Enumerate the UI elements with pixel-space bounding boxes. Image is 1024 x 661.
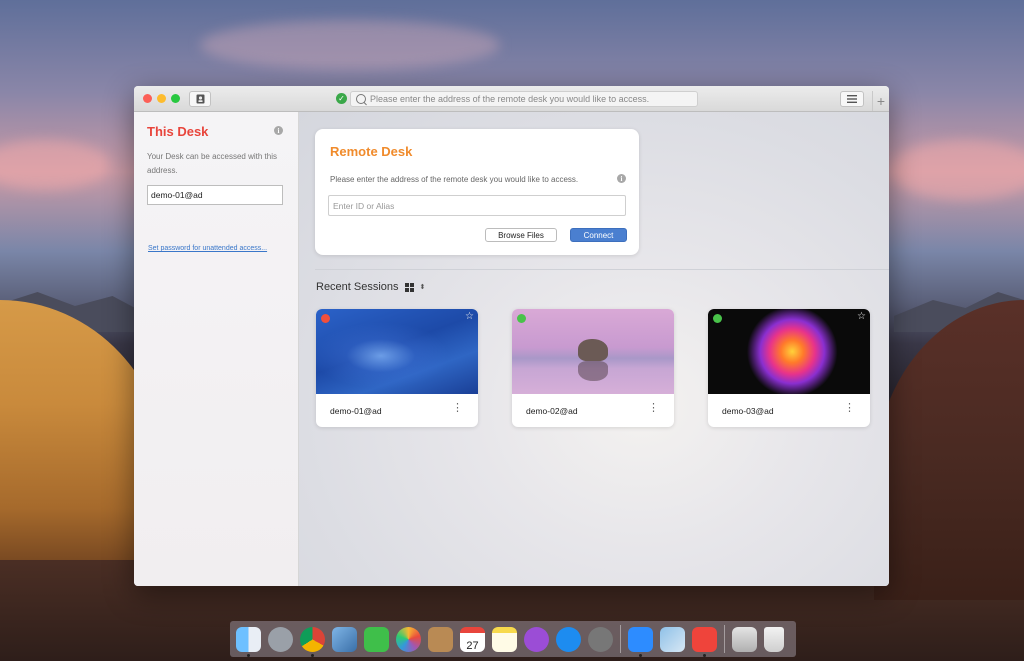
finder-icon[interactable] — [236, 626, 261, 657]
session-thumbnail[interactable] — [708, 309, 870, 394]
status-dot-icon — [517, 314, 526, 323]
address-bar[interactable]: Please enter the address of the remote d… — [350, 91, 698, 107]
session-thumbnail[interactable] — [512, 309, 674, 394]
wallpaper-dune — [874, 300, 1024, 600]
info-icon[interactable]: i — [274, 126, 283, 135]
view-toggle-chevron-icon[interactable]: ⬍ — [420, 284, 426, 291]
this-desk-sidebar: This Desk i Your Desk can be accessed wi… — [134, 112, 299, 586]
favorite-star-icon[interactable]: ☆ — [857, 311, 866, 322]
calendar-day: 27 — [466, 639, 479, 652]
zoom-icon[interactable] — [628, 626, 653, 657]
address-bar-placeholder: Please enter the address of the remote d… — [370, 94, 650, 104]
more-options-icon[interactable]: ⋮ — [452, 403, 463, 414]
menu-button[interactable] — [840, 91, 864, 107]
recent-sessions-title: Recent Sessions — [316, 281, 399, 293]
more-options-icon[interactable]: ⋮ — [844, 403, 855, 414]
section-divider — [315, 269, 889, 270]
connection-ok-icon: ✓ — [336, 93, 347, 104]
preview-icon[interactable] — [332, 626, 357, 652]
status-dot-icon — [713, 314, 722, 323]
dock: 27 — [230, 621, 796, 657]
app-store-icon[interactable] — [556, 626, 581, 652]
this-desk-address-field[interactable]: demo-01@ad — [147, 185, 283, 205]
trash-icon[interactable] — [764, 626, 784, 652]
fullscreen-window-button[interactable] — [171, 94, 180, 103]
rock-reflection-image — [578, 361, 608, 381]
recent-sessions-header: Recent Sessions ⬍ — [316, 281, 425, 293]
set-password-link[interactable]: Set password for unattended access... — [148, 245, 267, 252]
connect-button[interactable]: Connect — [570, 228, 627, 242]
podcasts-icon[interactable] — [524, 626, 549, 652]
notes-icon[interactable] — [492, 626, 517, 652]
session-tile[interactable]: ☆ demo-03@ad ⋮ — [708, 309, 870, 427]
session-tile[interactable]: ☆ demo-01@ad ⋮ — [316, 309, 478, 427]
session-tile[interactable]: demo-02@ad ⋮ — [512, 309, 674, 427]
contacts-icon[interactable] — [428, 626, 453, 652]
title-bar: ✓ Please enter the address of the remote… — [134, 86, 889, 112]
browse-files-button[interactable]: Browse Files — [485, 228, 557, 242]
dock-separator — [724, 625, 725, 653]
this-desk-title: This Desk — [147, 124, 209, 139]
wallpaper-cloud — [890, 140, 1024, 200]
anydesk-icon[interactable] — [692, 626, 717, 657]
launchpad-icon[interactable] — [268, 626, 293, 652]
image-capture-icon[interactable] — [660, 626, 685, 652]
photos-icon[interactable] — [396, 626, 421, 652]
more-options-icon[interactable]: ⋮ — [648, 403, 659, 414]
remote-desk-title: Remote Desk — [330, 144, 413, 159]
status-dot-icon — [321, 314, 330, 323]
minimize-window-button[interactable] — [157, 94, 166, 103]
session-label: demo-02@ad — [526, 406, 578, 416]
address-book-icon — [196, 94, 204, 104]
session-label: demo-03@ad — [722, 406, 774, 416]
hamburger-menu-icon — [847, 95, 857, 103]
info-icon[interactable]: i — [617, 174, 626, 183]
close-window-button[interactable] — [143, 94, 152, 103]
calendar-icon[interactable]: 27 — [460, 626, 485, 652]
chrome-icon[interactable] — [300, 626, 325, 657]
rock-image — [578, 339, 608, 361]
facetime-icon[interactable] — [364, 626, 389, 652]
remote-id-input[interactable]: Enter ID or Alias — [328, 195, 626, 216]
session-thumbnail[interactable] — [316, 309, 478, 394]
downloads-stack-icon[interactable] — [732, 626, 757, 652]
address-book-button[interactable] — [189, 91, 211, 107]
favorite-star-icon[interactable]: ☆ — [465, 311, 474, 322]
grid-view-icon[interactable] — [404, 282, 414, 292]
session-label: demo-01@ad — [330, 406, 382, 416]
remote-desk-card: Remote Desk Please enter the address of … — [315, 129, 639, 255]
main-panel: Remote Desk Please enter the address of … — [299, 112, 889, 586]
search-icon — [356, 94, 366, 104]
wallpaper-cloud — [0, 140, 110, 190]
remote-desk-description: Please enter the address of the remote d… — [330, 175, 579, 184]
app-window: ✓ Please enter the address of the remote… — [134, 86, 889, 586]
this-desk-description: Your Desk can be accessed with this addr… — [147, 152, 277, 175]
dock-separator — [620, 625, 621, 653]
system-preferences-icon[interactable] — [588, 626, 613, 652]
wallpaper-cloud — [200, 20, 500, 70]
new-tab-button[interactable]: + — [872, 91, 889, 111]
